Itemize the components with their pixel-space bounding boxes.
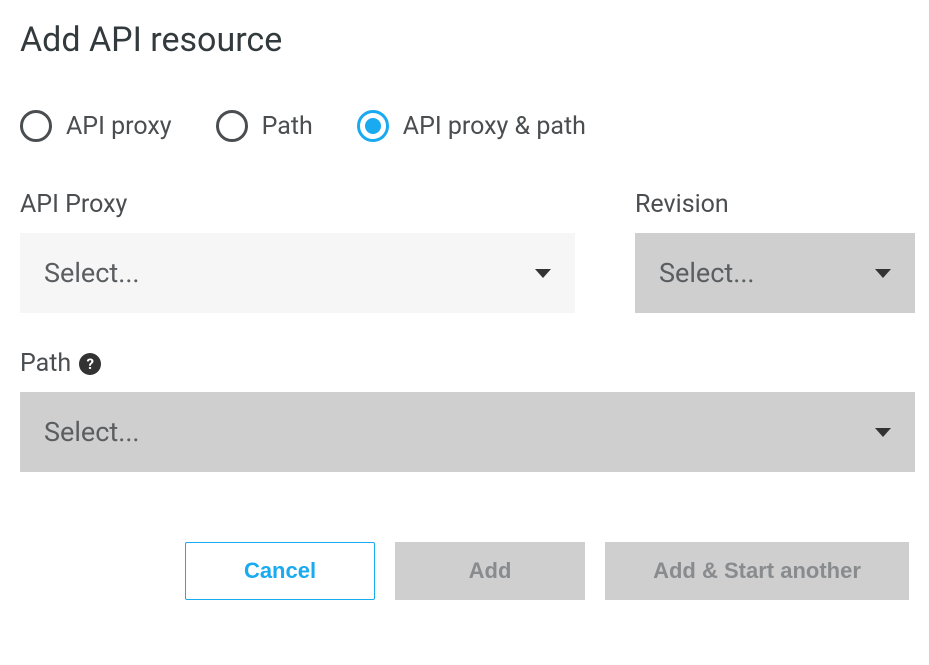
revision-select[interactable]: Select... — [635, 233, 915, 313]
radio-icon — [20, 110, 52, 142]
revision-field: Revision Select... — [635, 190, 915, 313]
radio-label: Path — [262, 112, 313, 141]
api-proxy-label: API Proxy — [20, 190, 575, 219]
chevron-down-icon — [535, 269, 551, 278]
resource-type-radio-group: API proxy Path API proxy & path — [20, 110, 909, 142]
page-title: Add API resource — [20, 20, 909, 60]
help-icon[interactable]: ? — [79, 353, 101, 375]
path-select[interactable]: Select... — [20, 392, 915, 472]
radio-icon — [216, 110, 248, 142]
path-field: Path ? Select... — [20, 349, 915, 472]
select-placeholder: Select... — [659, 257, 755, 289]
chevron-down-icon — [875, 428, 891, 437]
radio-icon-selected — [357, 110, 389, 142]
cancel-button[interactable]: Cancel — [185, 542, 375, 600]
radio-api-proxy[interactable]: API proxy — [20, 110, 172, 142]
radio-label: API proxy — [66, 112, 172, 141]
path-label-row: Path ? — [20, 349, 915, 378]
add-button[interactable]: Add — [395, 542, 585, 600]
radio-api-proxy-and-path[interactable]: API proxy & path — [357, 110, 586, 142]
revision-label: Revision — [635, 190, 915, 219]
select-placeholder: Select... — [44, 257, 140, 289]
select-placeholder: Select... — [44, 416, 140, 448]
path-label: Path — [20, 349, 71, 378]
action-buttons: Cancel Add Add & Start another — [185, 542, 909, 600]
radio-path[interactable]: Path — [216, 110, 313, 142]
api-proxy-field: API Proxy Select... — [20, 190, 575, 313]
chevron-down-icon — [875, 269, 891, 278]
api-proxy-select[interactable]: Select... — [20, 233, 575, 313]
radio-label: API proxy & path — [403, 112, 586, 141]
add-and-start-another-button[interactable]: Add & Start another — [605, 542, 909, 600]
